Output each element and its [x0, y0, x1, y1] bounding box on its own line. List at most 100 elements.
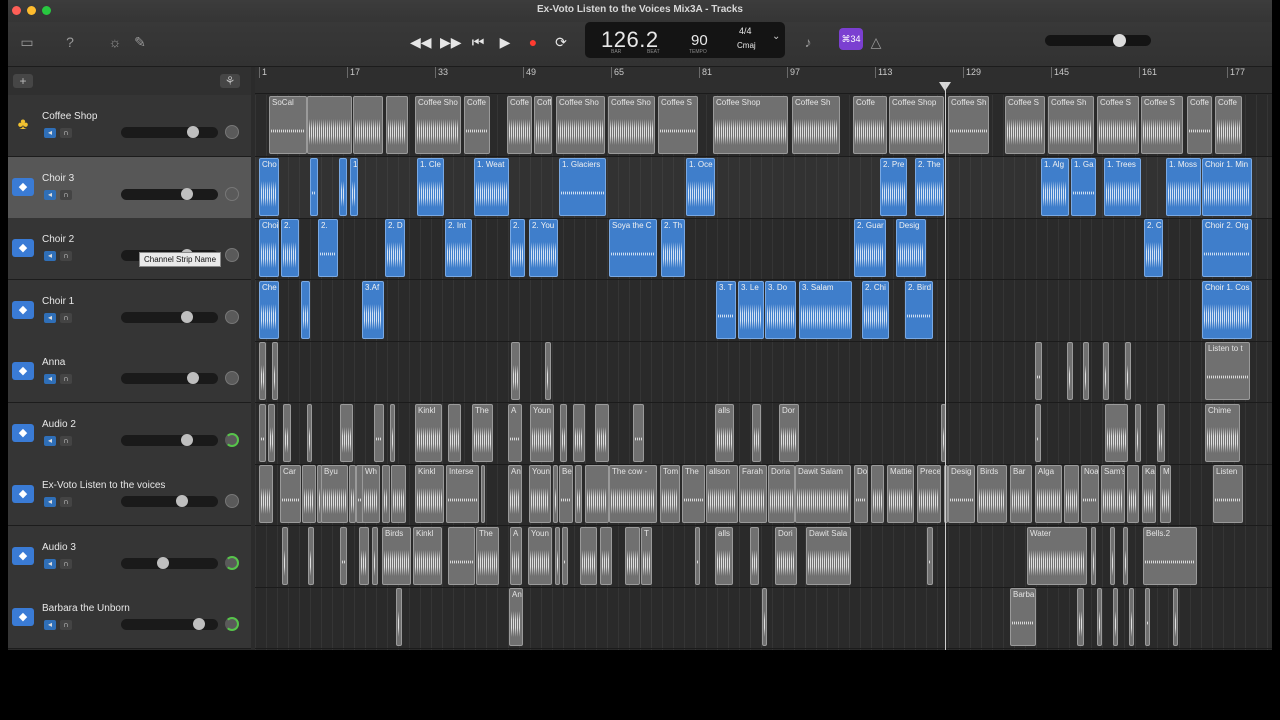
audio-region[interactable]: Alga [1035, 465, 1062, 523]
track-name[interactable]: Choir 3 [42, 173, 74, 184]
audio-region[interactable]: Soya the C [609, 219, 657, 277]
pan-knob[interactable] [225, 617, 239, 631]
audio-region[interactable] [1113, 588, 1118, 646]
audio-region[interactable] [1125, 342, 1131, 400]
audio-region[interactable]: Coffe [1215, 96, 1242, 154]
audio-region[interactable]: 2. [510, 219, 525, 277]
audio-region[interactable]: Choir 2. Org [1202, 219, 1252, 277]
audio-region[interactable] [585, 465, 609, 523]
audio-region[interactable]: Dawit Sala [806, 527, 851, 585]
audio-region[interactable]: Coffe [464, 96, 490, 154]
mute-speaker-icon[interactable]: ◂ [44, 374, 56, 384]
audio-region[interactable] [359, 527, 369, 585]
cycle-icon[interactable]: ⟳ [551, 32, 571, 52]
audio-region[interactable]: 2. You [529, 219, 558, 277]
audio-region[interactable]: Coffee Sh [948, 96, 989, 154]
audio-region[interactable] [1091, 527, 1096, 585]
audio-region[interactable]: Choi [259, 219, 279, 277]
track-name[interactable]: Audio 3 [42, 542, 76, 553]
count-in-badge[interactable]: ⌘34 [839, 28, 863, 50]
track-lane[interactable]: SoCal Coffee Sho Coffe Coffe Coff Coffee Sho C… [255, 95, 1272, 157]
track-header[interactable]: ◆ Choir 1 ◂ ∩ [8, 280, 251, 342]
track-name[interactable]: Anna [42, 357, 65, 368]
volume-knob[interactable] [187, 126, 199, 138]
audio-region[interactable] [562, 527, 568, 585]
track-header[interactable]: ◆ Audio 2 ◂ ∩ [8, 403, 251, 465]
audio-region[interactable] [553, 465, 558, 523]
audio-region[interactable] [575, 465, 582, 523]
add-track-button[interactable]: + [13, 74, 33, 88]
audio-region[interactable]: Doria [768, 465, 795, 523]
mute-speaker-icon[interactable]: ◂ [44, 620, 56, 630]
audio-region[interactable]: Do [854, 465, 868, 523]
master-volume-slider[interactable] [1045, 35, 1151, 46]
audio-region[interactable]: Coffee Sho [415, 96, 461, 154]
audio-region[interactable]: Listen to t [1205, 342, 1250, 400]
audio-region[interactable] [752, 404, 761, 462]
volume-knob[interactable] [176, 495, 188, 507]
audio-region[interactable]: Kinkl [413, 527, 442, 585]
audio-region[interactable]: Kinkl [415, 465, 444, 523]
audio-region[interactable]: 2. Guar [854, 219, 886, 277]
audio-region[interactable]: 2. D [385, 219, 405, 277]
audio-region[interactable] [1157, 404, 1165, 462]
audio-region[interactable] [1103, 342, 1109, 400]
audio-region[interactable] [560, 404, 567, 462]
audio-region[interactable] [339, 158, 347, 216]
audio-region[interactable] [555, 527, 560, 585]
audio-region[interactable]: 2. [281, 219, 299, 277]
audio-region[interactable]: Sam's [1101, 465, 1125, 523]
audio-region[interactable]: Coffee S [658, 96, 698, 154]
audio-region[interactable] [340, 527, 347, 585]
audio-region[interactable]: Desig [948, 465, 975, 523]
audio-region[interactable]: 2. Pre [880, 158, 907, 216]
audio-region[interactable] [349, 465, 356, 523]
volume-slider[interactable] [121, 435, 218, 446]
audio-region[interactable]: Wh [362, 465, 380, 523]
mute-speaker-icon[interactable]: ◂ [44, 251, 56, 261]
audio-region[interactable] [1035, 342, 1042, 400]
pan-knob[interactable] [225, 371, 239, 385]
audio-region[interactable]: Prece [917, 465, 941, 523]
audio-region[interactable]: Interse [446, 465, 479, 523]
track-lane[interactable]: Che 3.Af 3. T 3. Le 3. Do 3. Salam 2. Chi 2. Bi… [255, 280, 1272, 342]
track-header[interactable]: ◆ Choir 3 ◂ ∩ [8, 157, 251, 219]
audio-region[interactable]: Farah [739, 465, 767, 523]
mute-speaker-icon[interactable]: ◂ [44, 436, 56, 446]
audio-region[interactable] [396, 588, 402, 646]
mute-speaker-icon[interactable]: ◂ [44, 313, 56, 323]
quick-help-icon[interactable]: ? [60, 32, 80, 52]
pan-knob[interactable] [225, 494, 239, 508]
audio-region[interactable]: Choir 1. Cos [1202, 281, 1252, 339]
audio-region[interactable] [625, 527, 640, 585]
audio-region[interactable]: 1. Cle [417, 158, 444, 216]
audio-region[interactable] [1135, 404, 1141, 462]
audio-region[interactable]: Youn [528, 527, 552, 585]
solo-headphones-icon[interactable]: ∩ [60, 251, 72, 261]
track-name[interactable]: Choir 1 [42, 296, 74, 307]
audio-region[interactable]: 3. Le [738, 281, 764, 339]
audio-region[interactable] [302, 465, 316, 523]
metronome-icon[interactable]: △ [866, 32, 886, 52]
solo-headphones-icon[interactable]: ∩ [60, 374, 72, 384]
audio-region[interactable]: Be [559, 465, 573, 523]
audio-region[interactable]: Coffe [1187, 96, 1212, 154]
volume-slider[interactable] [121, 558, 218, 569]
audio-region[interactable] [595, 404, 609, 462]
lcd-display[interactable]: 126.2 BAR BEAT 90 TEMPO 4/4 Cmaj [585, 22, 785, 58]
editors-icon[interactable]: ✎ [130, 32, 150, 52]
audio-region[interactable]: 1. Alg [1041, 158, 1069, 216]
audio-region[interactable]: 1. Ga [1071, 158, 1096, 216]
solo-headphones-icon[interactable]: ∩ [60, 313, 72, 323]
audio-region[interactable] [448, 527, 475, 585]
audio-region[interactable]: 2. Bird [905, 281, 933, 339]
pan-knob[interactable] [225, 310, 239, 324]
audio-region[interactable] [340, 404, 353, 462]
audio-region[interactable]: Choir 1. Min [1202, 158, 1252, 216]
audio-region[interactable]: Bar [1010, 465, 1032, 523]
master-volume-knob[interactable] [1113, 34, 1126, 47]
audio-region[interactable]: Coff [534, 96, 552, 154]
track-header[interactable]: ◆ Anna ◂ ∩ [8, 341, 251, 403]
audio-region[interactable] [391, 465, 406, 523]
solo-headphones-icon[interactable]: ∩ [60, 559, 72, 569]
